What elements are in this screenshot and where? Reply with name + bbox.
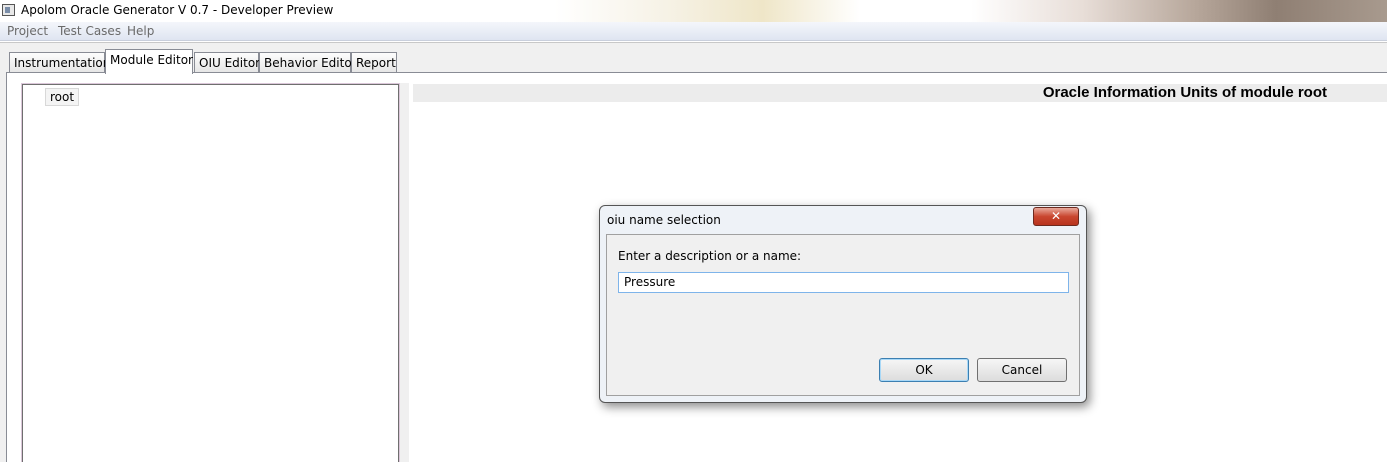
tree-node-root[interactable]: root [45,88,80,106]
cancel-button[interactable]: Cancel [977,358,1067,382]
module-tree-panel: root [21,83,400,462]
oiu-header: Oracle Information Units of module root [413,84,1387,102]
name-input[interactable]: Pressure [618,272,1069,293]
tab-oiu-editor[interactable]: OIU Editor [194,52,260,73]
prompt-label: Enter a description or a name: [618,249,802,263]
menu-help[interactable]: Help [127,24,154,38]
tab-report[interactable]: Report [351,52,397,73]
tab-behavior-editor[interactable]: Behavior Editor [259,52,357,73]
title-bar: Apolom Oracle Generator V 0.7 - Develope… [0,0,1387,22]
menu-test-cases[interactable]: Test Cases [58,24,121,38]
app-window-icon[interactable] [2,4,15,16]
tab-module-editor[interactable]: Module Editor [105,49,193,74]
window-title: Apolom Oracle Generator V 0.7 - Develope… [21,3,334,17]
split-pane-divider[interactable] [400,83,409,462]
menu-bar: Project Test Cases Help [0,22,1387,41]
dialog-title: oiu name selection [607,213,721,227]
oiu-panel-title: Oracle Information Units of module root [1042,84,1327,101]
oiu-name-dialog: oiu name selection ✕ Enter a description… [599,205,1087,403]
module-tree[interactable]: root [22,84,399,462]
close-button[interactable]: ✕ [1033,207,1079,226]
close-icon: ✕ [1050,209,1062,223]
menu-project[interactable]: Project [7,24,48,38]
tab-instrumentation[interactable]: Instrumentation [9,52,110,73]
ok-button[interactable]: OK [879,358,969,382]
dialog-body: Enter a description or a name: Pressure … [606,234,1080,396]
